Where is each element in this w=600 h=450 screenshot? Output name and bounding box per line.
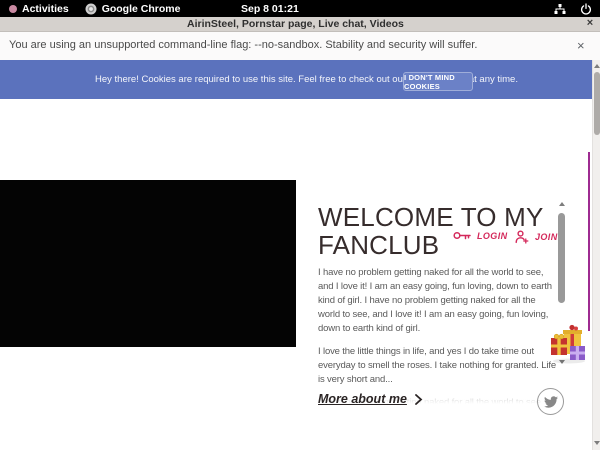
screen: Activities Google Chrome Sep 8 01:21 [0,0,600,450]
window-title-bar: AirinSteel, Pornstar page, Live chat, Vi… [0,17,600,32]
welcome-heading: WELCOME TO MY FANCLUB [318,203,556,259]
page-scrollbar[interactable] [592,60,600,450]
gnome-top-bar: Activities Google Chrome Sep 8 01:21 [0,0,600,17]
about-section: WELCOME TO MY FANCLUB I have no problem … [318,203,556,404]
flag-warning-close-icon[interactable]: × [577,38,585,53]
page-scroll-up-icon[interactable] [594,64,600,68]
page-scroll-down-icon[interactable] [594,441,600,445]
network-icon[interactable] [554,3,566,15]
clock[interactable]: Sep 8 01:21 [241,0,299,17]
more-about-me-link[interactable]: More about me [318,392,423,406]
more-about-me-label: More about me [318,392,407,406]
bio-scroll-up-icon[interactable] [559,202,565,206]
site-header: LOGO LOGIN JOIN [0,99,592,180]
twitter-button[interactable] [537,388,564,415]
bio-scrollbar-thumb[interactable] [558,213,565,303]
flag-warning-bar: You are using an unsupported command-lin… [0,32,600,60]
twitter-icon [544,396,558,408]
bio-paragraph: I love the little things in life, and ye… [318,345,556,387]
bio-paragraph: I have no problem getting naked for all … [318,266,556,336]
chrome-icon [85,3,97,15]
window-close-button[interactable]: × [584,17,596,29]
gifts-icon[interactable] [550,322,588,364]
power-icon[interactable] [580,3,592,15]
activities-button[interactable]: Activities [22,3,69,15]
cookie-accept-button[interactable]: I DON'T MIND COOKIES [403,72,473,91]
chevron-right-icon [414,394,423,405]
page-scrollbar-thumb[interactable] [594,72,600,135]
flag-warning-text: You are using an unsupported command-lin… [9,39,477,51]
cookie-bar: Hey there! Cookies are required to use t… [0,60,592,99]
video-player[interactable] [0,180,296,347]
window-title: AirinSteel, Pornstar page, Live chat, Vi… [187,18,404,30]
app-indicator-dot-icon [9,5,17,13]
focused-app-menu[interactable]: Google Chrome [85,3,181,15]
focused-app-label: Google Chrome [102,3,181,15]
gift-ribbon-string [588,152,590,331]
